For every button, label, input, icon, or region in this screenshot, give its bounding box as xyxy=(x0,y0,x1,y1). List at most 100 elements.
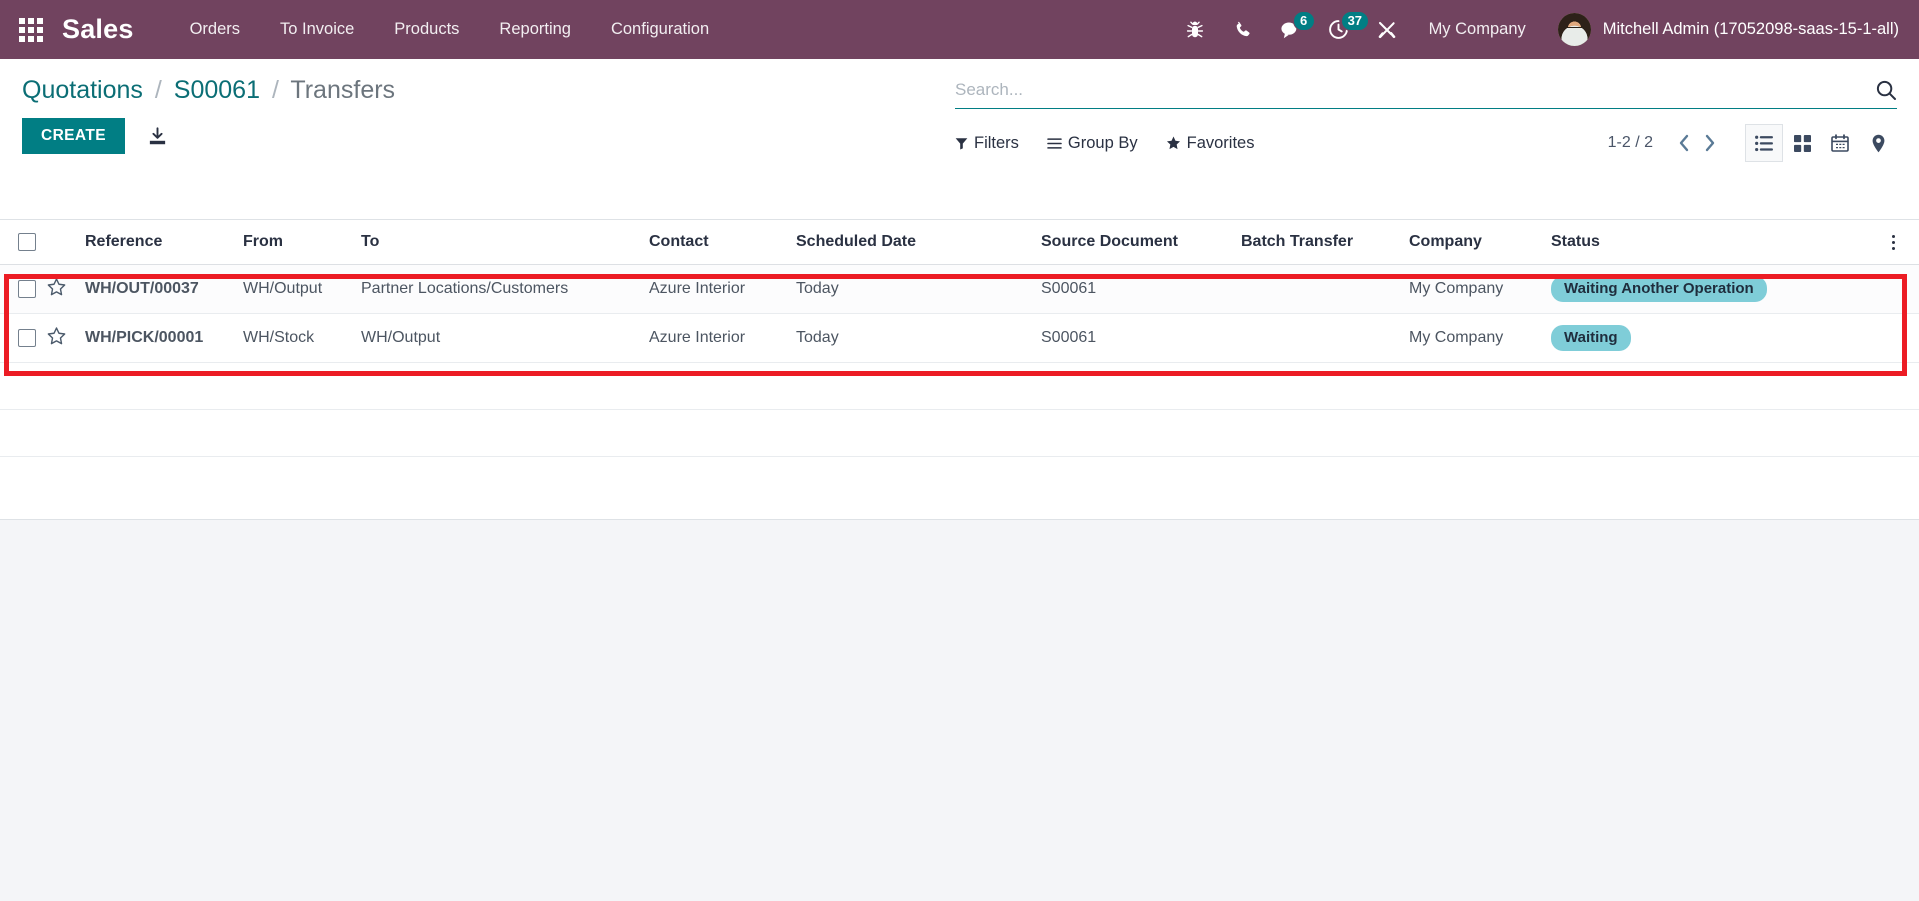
developer-tools-icon[interactable] xyxy=(1363,0,1411,59)
breadcrumb-separator: / xyxy=(271,76,279,104)
menu-item-to-invoice[interactable]: To Invoice xyxy=(260,0,374,59)
group-by-button[interactable]: Group By xyxy=(1047,134,1138,153)
list-view-content: Reference From To Contact Scheduled Date… xyxy=(0,220,1919,520)
activities-clock-icon[interactable]: 37 xyxy=(1315,0,1370,59)
column-header-company[interactable]: Company xyxy=(1409,220,1551,266)
transfers-table: Reference From To Contact Scheduled Date… xyxy=(0,220,1919,458)
column-header-status[interactable]: Status xyxy=(1551,220,1887,266)
breadcrumb: Quotations / S00061 / Transfers xyxy=(22,75,395,105)
chevron-left-icon[interactable] xyxy=(1671,129,1697,157)
control-panel-buttons: CREATE xyxy=(22,118,395,154)
row-options-cell xyxy=(1887,264,1919,315)
menu-item-orders[interactable]: Orders xyxy=(170,0,260,59)
cell-contact: Azure Interior xyxy=(649,264,796,315)
user-menu[interactable]: Mitchell Admin (17052098-saas-15-1-all) xyxy=(1544,0,1905,59)
status-badge: Waiting xyxy=(1551,325,1631,352)
column-header-source-document[interactable]: Source Document xyxy=(1041,220,1241,266)
pager: 1-2 / 2 xyxy=(1608,129,1723,157)
row-star-cell xyxy=(47,313,85,364)
company-switcher[interactable]: My Company xyxy=(1411,0,1544,59)
import-download-icon[interactable] xyxy=(147,126,168,147)
map-view-button[interactable] xyxy=(1859,124,1897,162)
pager-count[interactable]: 1-2 / 2 xyxy=(1608,134,1653,152)
menu-item-products[interactable]: Products xyxy=(374,0,479,59)
optional-columns-dots-icon[interactable] xyxy=(1887,234,1911,250)
page-background-fill xyxy=(0,520,1919,901)
cell-status: Waiting Another Operation xyxy=(1551,264,1887,315)
navbar-systray: 6 37 My Company Mitchell Admin (17052098… xyxy=(1171,0,1919,59)
column-header-batch-transfer[interactable]: Batch Transfer xyxy=(1241,220,1409,266)
breadcrumb-item-transfers: Transfers xyxy=(290,76,396,104)
apps-grid-icon xyxy=(19,17,43,42)
calendar-view-button[interactable] xyxy=(1821,124,1859,162)
optional-columns-header xyxy=(1887,220,1919,266)
chevron-right-icon[interactable] xyxy=(1697,129,1723,157)
row-star-cell xyxy=(47,264,85,315)
row-options-cell xyxy=(1887,313,1919,364)
menu-item-configuration[interactable]: Configuration xyxy=(591,0,729,59)
cell-batch-transfer xyxy=(1241,264,1409,315)
filters-button[interactable]: Filters xyxy=(955,134,1019,153)
search-bar xyxy=(955,77,1897,109)
cell-scheduled-date: Today xyxy=(796,313,1041,364)
breadcrumb-item-s00061[interactable]: S00061 xyxy=(174,76,260,104)
column-header-contact[interactable]: Contact xyxy=(649,220,796,266)
app-brand-sales[interactable]: Sales xyxy=(62,14,134,45)
control-panel-right: Filters Group By Favorites 1-2 / 2 xyxy=(955,77,1897,162)
filter-row: Filters Group By Favorites 1-2 / 2 xyxy=(955,124,1897,162)
row-checkbox[interactable] xyxy=(18,280,36,299)
star-header xyxy=(47,220,85,266)
view-switcher xyxy=(1745,124,1897,162)
column-header-from[interactable]: From xyxy=(243,220,361,266)
row-select-cell xyxy=(0,264,47,315)
messages-icon[interactable]: 6 xyxy=(1267,0,1315,59)
search-magnifier-icon[interactable] xyxy=(1865,79,1897,101)
cell-source-document: S00061 xyxy=(1041,264,1241,315)
status-badge: Waiting Another Operation xyxy=(1551,276,1767,303)
favorite-star-icon[interactable] xyxy=(47,278,66,301)
cell-company: My Company xyxy=(1409,313,1551,364)
select-all-header xyxy=(0,220,47,266)
filters-label: Filters xyxy=(974,133,1019,152)
table-row[interactable]: WH/OUT/00037 WH/Output Partner Locations… xyxy=(0,264,1919,315)
cell-status: Waiting xyxy=(1551,313,1887,364)
cell-reference: WH/OUT/00037 xyxy=(85,264,243,315)
favorites-label: Favorites xyxy=(1186,133,1255,152)
group-by-label: Group By xyxy=(1067,133,1138,152)
favorite-star-icon[interactable] xyxy=(47,327,66,350)
column-header-scheduled-date[interactable]: Scheduled Date xyxy=(796,220,1041,266)
avatar xyxy=(1557,13,1591,46)
cell-reference: WH/PICK/00001 xyxy=(85,313,243,364)
breadcrumb-item-quotations[interactable]: Quotations xyxy=(22,76,143,104)
create-button[interactable]: CREATE xyxy=(22,118,125,154)
cell-to: WH/Output xyxy=(361,313,649,364)
column-header-reference[interactable]: Reference xyxy=(85,220,243,266)
top-navbar: Sales Orders To Invoice Products Reporti… xyxy=(0,0,1919,59)
cell-scheduled-date: Today xyxy=(796,264,1041,315)
favorites-button[interactable]: Favorites xyxy=(1166,133,1255,153)
phone-icon[interactable] xyxy=(1219,0,1267,59)
row-select-cell xyxy=(0,313,47,364)
row-checkbox[interactable] xyxy=(18,329,36,348)
menu-item-reporting[interactable]: Reporting xyxy=(479,0,591,59)
table-row[interactable]: WH/PICK/00001 WH/Stock WH/Output Azure I… xyxy=(0,313,1919,364)
breadcrumb-separator: / xyxy=(154,76,162,104)
table-empty-row xyxy=(0,362,1919,411)
table-header: Reference From To Contact Scheduled Date… xyxy=(0,220,1919,266)
column-header-to[interactable]: To xyxy=(361,220,649,266)
search-input[interactable] xyxy=(955,80,1865,100)
control-panel-left: Quotations / S00061 / Transfers CREATE xyxy=(22,75,395,154)
list-view-button[interactable] xyxy=(1745,124,1783,162)
main-menu: Orders To Invoice Products Reporting Con… xyxy=(170,0,730,59)
cell-source-document: S00061 xyxy=(1041,313,1241,364)
cell-from: WH/Output xyxy=(243,264,361,315)
table-empty-row xyxy=(0,409,1919,458)
bug-icon[interactable] xyxy=(1171,0,1219,59)
messages-counter: 6 xyxy=(1292,11,1315,31)
cell-from: WH/Stock xyxy=(243,313,361,364)
select-all-checkbox[interactable] xyxy=(18,233,36,251)
kanban-view-button[interactable] xyxy=(1783,124,1821,162)
table-body: WH/OUT/00037 WH/Output Partner Locations… xyxy=(0,264,1919,458)
cell-contact: Azure Interior xyxy=(649,313,796,364)
apps-menu-toggle[interactable] xyxy=(0,0,62,59)
